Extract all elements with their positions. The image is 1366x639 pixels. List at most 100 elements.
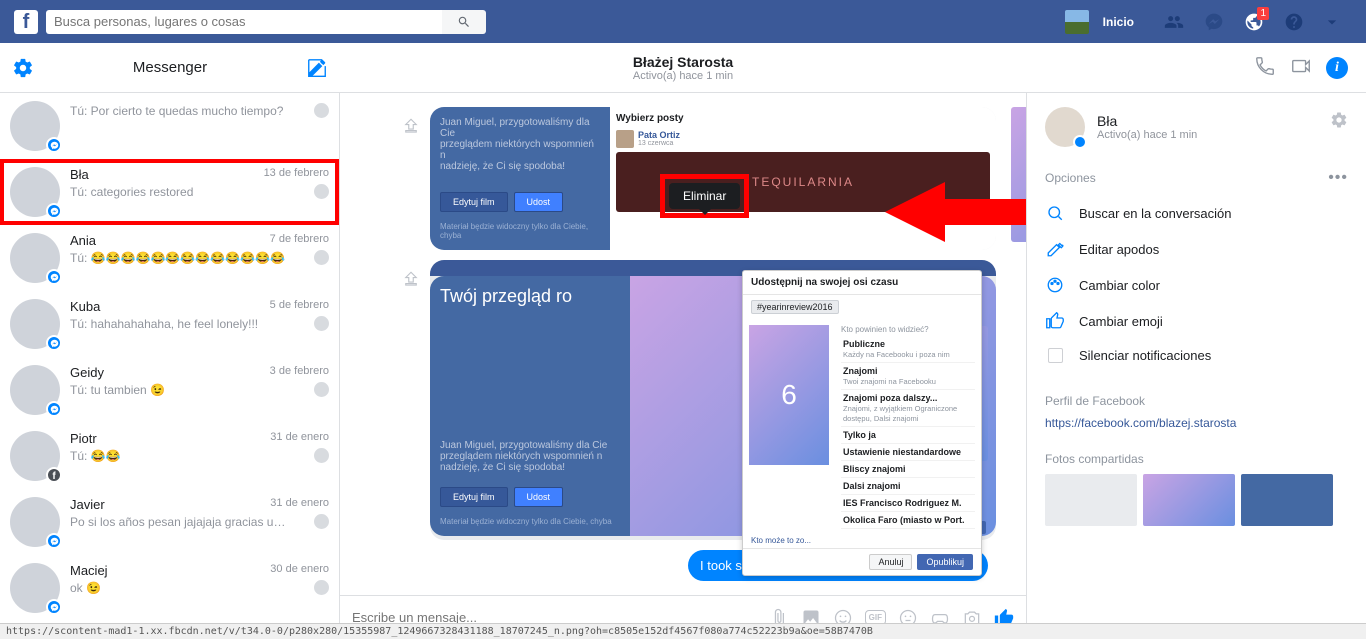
shared-photo[interactable] xyxy=(1045,474,1137,526)
conversation-item[interactable]: Maciej 30 de enero ok 😉 xyxy=(0,555,339,621)
compose-icon[interactable] xyxy=(306,57,328,79)
pencil-icon xyxy=(1045,240,1065,258)
popup-header: Udostępnij na swojej osi czasu xyxy=(743,271,981,295)
settings-icon[interactable] xyxy=(12,57,34,79)
notifications-icon[interactable]: 1 xyxy=(1242,10,1266,34)
right-panel: Bła Activo(a) hace 1 min Opciones ••• Bu… xyxy=(1026,93,1366,639)
chat-scroll[interactable]: Juan Miguel, przygotowaliśmy dla Cie prz… xyxy=(340,93,1026,595)
info-icon[interactable]: i xyxy=(1326,57,1348,79)
rp-opt-search[interactable]: Buscar en la conversación xyxy=(1045,195,1348,231)
rp-opt-nicknames[interactable]: Editar apodos xyxy=(1045,231,1348,267)
popup-question: Kto powinien to widzieć? xyxy=(841,323,975,336)
conversation-date: 3 de febrero xyxy=(270,365,329,380)
img2-title: Twój przegląd ro xyxy=(440,286,620,307)
rp-options-more-icon[interactable]: ••• xyxy=(1328,169,1348,187)
conversation-date: 13 de febrero xyxy=(264,167,329,182)
conversation-preview: Tú: 😂😂 xyxy=(70,449,121,463)
video-call-icon[interactable] xyxy=(1290,55,1312,80)
conversation-item[interactable]: Javier 31 de enero Po si los años pesan ja… xyxy=(0,489,339,555)
avatar xyxy=(10,365,60,415)
conversation-name: Kuba xyxy=(70,299,100,314)
popup-more: Kto może to zo... xyxy=(743,533,981,548)
message-image-2[interactable]: Twój przegląd ro Juan Miguel, przygotowa… xyxy=(430,260,996,540)
topbar: f Inicio 1 xyxy=(0,0,1366,43)
rp-profile-label: Perfil de Facebook xyxy=(1045,394,1145,408)
conversation-date: 31 de enero xyxy=(270,431,329,446)
rp-header: Bła Activo(a) hace 1 min xyxy=(1045,107,1348,147)
rp-profile-link[interactable]: https://facebook.com/blazej.starosta xyxy=(1045,416,1348,430)
messenger-title: Messenger xyxy=(34,59,306,76)
upload-icon[interactable] xyxy=(402,117,420,138)
conversation-item[interactable]: Ania7 de febreroTú: 😂😂😂😂😂😂😂😂😂😂😂😂😂 xyxy=(0,225,339,291)
conversation-name: Ania xyxy=(70,233,96,248)
conversation-item[interactable]: Kuba5 de febreroTú: hahahahahaha, he fee… xyxy=(0,291,339,357)
avatar xyxy=(10,299,60,349)
upload-icon[interactable] xyxy=(402,270,420,291)
help-icon[interactable] xyxy=(1282,10,1306,34)
rp-opt-color[interactable]: Cambiar color xyxy=(1045,267,1348,303)
checkbox-icon xyxy=(1045,348,1065,363)
conversation-item[interactable]: Bła13 de febreroTú: categories restored xyxy=(0,159,339,225)
shared-photo[interactable] xyxy=(1241,474,1333,526)
conversation-list[interactable]: Tú: Por cierto te quedas mucho tiempo?Bł… xyxy=(0,93,340,639)
search-icon xyxy=(457,15,471,29)
red-arrow-annotation xyxy=(885,177,1026,250)
chat-pane: Juan Miguel, przygotowaliśmy dla Cie prz… xyxy=(340,93,1026,639)
img1-greeting: Juan Miguel, przygotowaliśmy dla Cie xyxy=(440,117,600,139)
conversation-preview: ok 😉 xyxy=(70,581,101,595)
search-button[interactable] xyxy=(442,10,486,34)
rp-photos-label: Fotos compartidas xyxy=(1045,452,1144,466)
call-icon[interactable] xyxy=(1254,55,1276,80)
topbar-right: Inicio 1 xyxy=(1065,10,1352,34)
account-menu-caret-icon[interactable] xyxy=(1320,10,1344,34)
delete-tooltip: Eliminar xyxy=(669,183,740,209)
home-link[interactable]: Inicio xyxy=(1103,15,1134,29)
rp-opt-emoji[interactable]: Cambiar emoji xyxy=(1045,303,1348,339)
notification-badge: 1 xyxy=(1257,7,1269,20)
conversation-name: Piotr xyxy=(70,431,97,446)
browser-status-bar: https://scontent-mad1-1.xx.fbcdn.net/v/t… xyxy=(0,623,1366,639)
search-input[interactable] xyxy=(46,10,442,34)
read-receipt xyxy=(314,184,329,199)
message-image-1[interactable]: Juan Miguel, przygotowaliśmy dla Cie prz… xyxy=(430,107,996,250)
conversation-preview: Tú: categories restored xyxy=(70,185,193,199)
read-receipt xyxy=(314,103,329,118)
conversation-date: 30 de enero xyxy=(270,563,329,578)
conversation-date: 7 de febrero xyxy=(270,233,329,248)
rp-status: Activo(a) hace 1 min xyxy=(1097,129,1197,141)
messenger-icon[interactable] xyxy=(1202,10,1226,34)
rp-avatar[interactable] xyxy=(1045,107,1085,147)
conversation-date: 31 de enero xyxy=(270,497,329,512)
avatar xyxy=(10,101,60,151)
conversation-item[interactable]: Geidy3 de febreroTú: tu tambien 😉 xyxy=(0,357,339,423)
read-receipt xyxy=(314,580,329,595)
conversation-item[interactable]: Tú: Por cierto te quedas mucho tiempo? xyxy=(0,93,339,159)
avatar xyxy=(10,497,60,547)
img1-post-date: 13 czerwca xyxy=(638,140,680,147)
search-wrap xyxy=(46,10,486,34)
facebook-logo[interactable]: f xyxy=(14,10,38,34)
palette-icon xyxy=(1045,276,1065,294)
conversation-preview: Tú: Por cierto te quedas mucho tiempo? xyxy=(70,104,283,118)
avatar xyxy=(10,233,60,283)
friend-requests-icon[interactable] xyxy=(1162,10,1186,34)
avatar xyxy=(10,563,60,613)
rp-opt-mute[interactable]: Silenciar notificaciones xyxy=(1045,339,1348,372)
rp-options-section: Opciones ••• Buscar en la conversación E… xyxy=(1045,169,1348,372)
conversation-item[interactable]: f Piotr 31 de enero Tú: 😂😂 xyxy=(0,423,339,489)
conversation-name: Javier xyxy=(70,497,105,512)
chat-title: Błażej Starosta xyxy=(633,54,733,70)
img1-edit-button: Edytuj film xyxy=(440,192,508,212)
avatar xyxy=(10,167,60,217)
conversation-preview: Po si los años pesan jajajaja gracias un… xyxy=(70,515,290,529)
read-receipt xyxy=(314,250,329,265)
rp-profile-section: Perfil de Facebook https://facebook.com/… xyxy=(1045,394,1348,430)
read-receipt xyxy=(314,316,329,331)
conversation-name: Maciej xyxy=(70,563,108,578)
img1-right-header: Wybierz posty xyxy=(616,113,990,124)
search-icon xyxy=(1045,204,1065,222)
profile-picture[interactable] xyxy=(1065,10,1089,34)
avatar: f xyxy=(10,431,60,481)
rp-settings-icon[interactable] xyxy=(1330,111,1348,132)
shared-photo[interactable] xyxy=(1143,474,1235,526)
